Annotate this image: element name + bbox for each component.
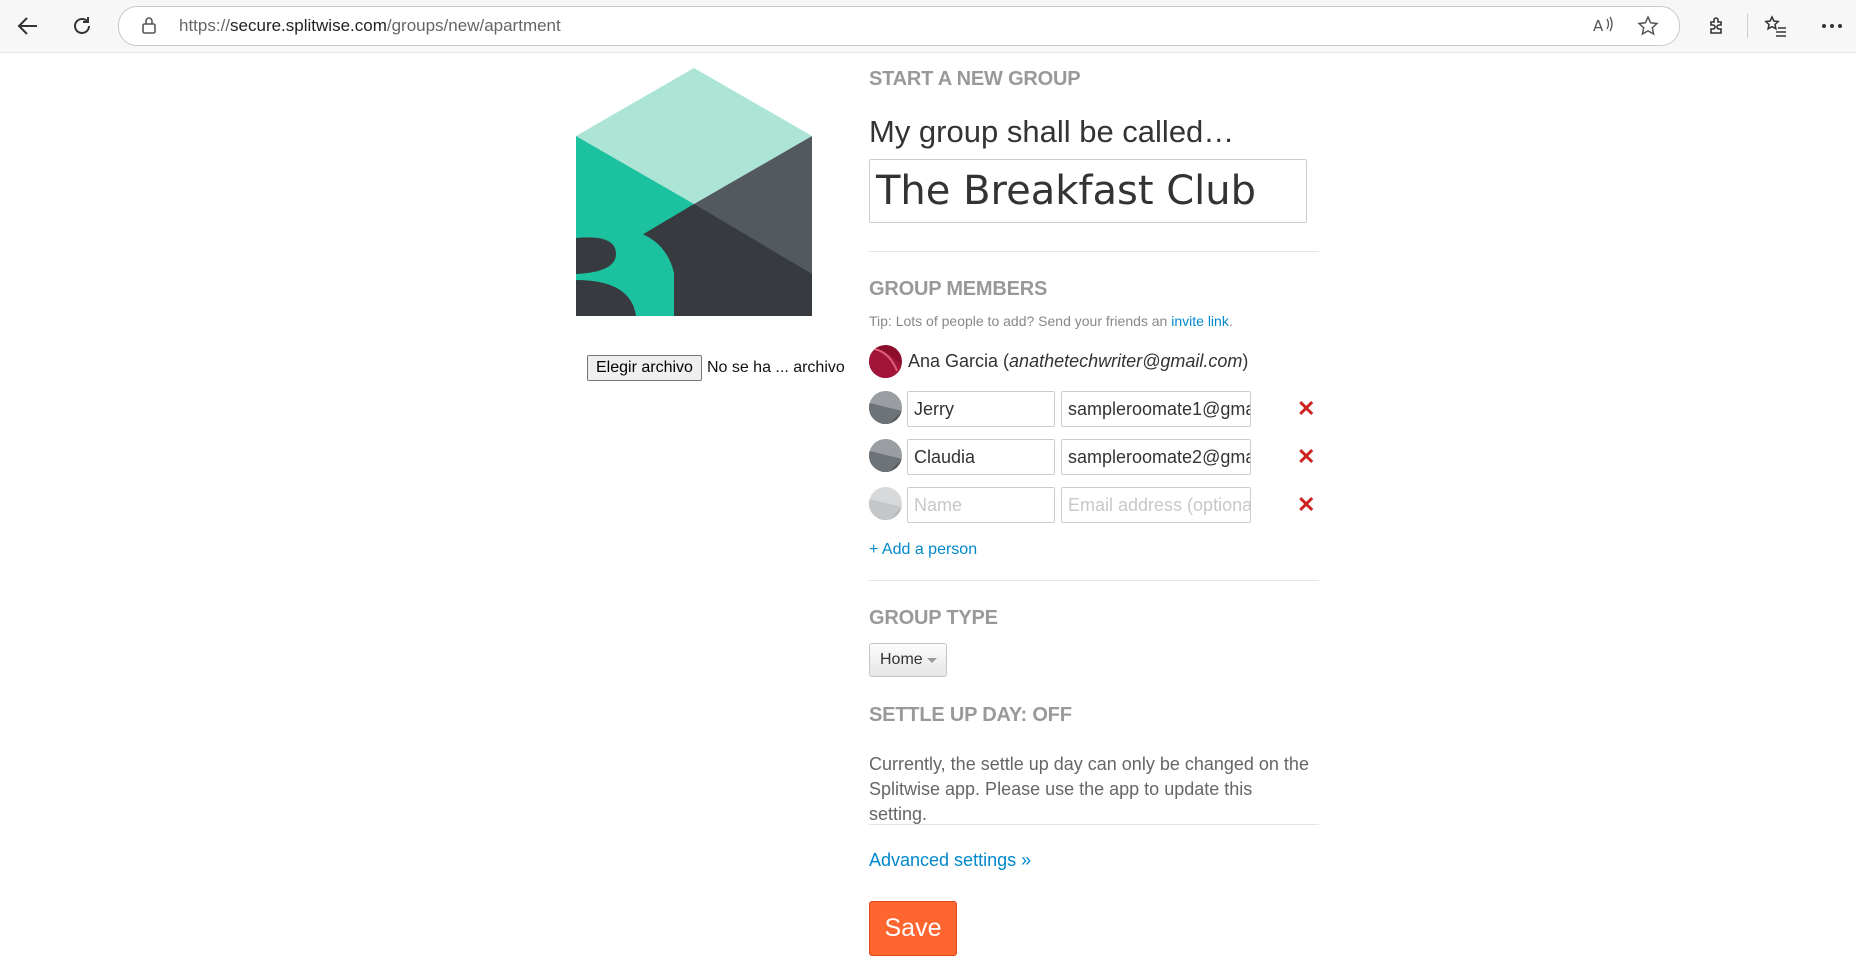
member-row bbox=[869, 487, 902, 520]
remove-member-icon[interactable]: ✕ bbox=[1297, 396, 1315, 422]
toolbar-divider bbox=[1747, 14, 1748, 38]
start-heading: START A NEW GROUP bbox=[869, 68, 1081, 90]
lock-icon[interactable] bbox=[141, 16, 157, 39]
choose-file-button[interactable]: Elegir archivo bbox=[587, 355, 702, 381]
member-row bbox=[869, 391, 902, 424]
address-bar[interactable]: https://secure.splitwise.com/groups/new/… bbox=[118, 6, 1680, 46]
member-name-input[interactable]: Jerry bbox=[907, 391, 1055, 427]
divider bbox=[869, 251, 1319, 252]
group-type-heading: GROUP TYPE bbox=[869, 607, 998, 629]
read-aloud-icon[interactable]: A bbox=[1593, 15, 1615, 40]
group-type-dropdown[interactable]: Home bbox=[869, 643, 947, 677]
reload-icon[interactable] bbox=[66, 10, 98, 42]
divider bbox=[869, 580, 1319, 581]
file-upload: Elegir archivo No se ha ... archivo bbox=[587, 355, 845, 381]
name-prompt: My group shall be called… bbox=[869, 114, 1235, 149]
group-name-input[interactable]: The Breakfast Club bbox=[869, 159, 1307, 223]
extensions-icon[interactable] bbox=[1700, 10, 1732, 42]
settle-up-heading: SETTLE UP DAY: OFF bbox=[869, 704, 1072, 726]
invite-link[interactable]: invite link bbox=[1171, 313, 1229, 329]
save-button[interactable]: Save bbox=[869, 901, 957, 956]
settle-up-description: Currently, the settle up day can only be… bbox=[869, 754, 1309, 824]
member-avatar bbox=[869, 487, 902, 520]
tip-text: Tip: Lots of people to add? Send your fr… bbox=[869, 313, 1233, 329]
advanced-settings-link[interactable]: Advanced settings » bbox=[869, 850, 1031, 871]
new-member-name-input[interactable]: Name bbox=[907, 487, 1055, 523]
member-avatar bbox=[869, 439, 902, 472]
url-text: https://secure.splitwise.com/groups/new/… bbox=[179, 16, 561, 35]
file-status-text: No se ha ... archivo bbox=[706, 359, 845, 376]
favorite-star-icon[interactable] bbox=[1637, 15, 1659, 42]
remove-member-icon[interactable]: ✕ bbox=[1297, 444, 1315, 470]
member-row bbox=[869, 439, 902, 472]
member-avatar bbox=[869, 391, 902, 424]
member-email-input[interactable]: sampleroomate1@gmail.cor bbox=[1061, 391, 1251, 427]
new-member-email-input[interactable]: Email address (optional) bbox=[1061, 487, 1251, 523]
remove-member-icon[interactable]: ✕ bbox=[1297, 492, 1315, 518]
divider bbox=[869, 824, 1319, 825]
more-menu-icon[interactable] bbox=[1816, 10, 1848, 42]
owner-email: anathetechwriter@gmail.com bbox=[1009, 351, 1243, 371]
member-email-input[interactable]: sampleroomate2@gmail.cor bbox=[1061, 439, 1251, 475]
member-owner: Ana Garcia (anathetechwriter@gmail.com) bbox=[869, 345, 1248, 378]
owner-avatar bbox=[869, 345, 902, 378]
member-name-input[interactable]: Claudia bbox=[907, 439, 1055, 475]
svg-text:A: A bbox=[1593, 17, 1604, 35]
owner-name: Ana Garcia bbox=[908, 351, 999, 371]
back-arrow-icon[interactable] bbox=[12, 10, 44, 42]
splitwise-logo[interactable] bbox=[576, 68, 812, 316]
group-type-value: Home bbox=[880, 651, 923, 668]
members-heading: GROUP MEMBERS bbox=[869, 278, 1048, 300]
caret-down-icon bbox=[926, 657, 937, 663]
favorites-list-icon[interactable] bbox=[1760, 10, 1792, 42]
add-person-link[interactable]: + Add a person bbox=[869, 541, 977, 559]
browser-toolbar: https://secure.splitwise.com/groups/new/… bbox=[0, 0, 1856, 53]
